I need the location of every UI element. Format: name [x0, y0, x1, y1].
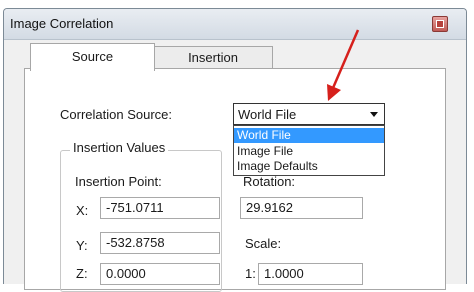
annotation-arrow-icon [327, 29, 360, 101]
